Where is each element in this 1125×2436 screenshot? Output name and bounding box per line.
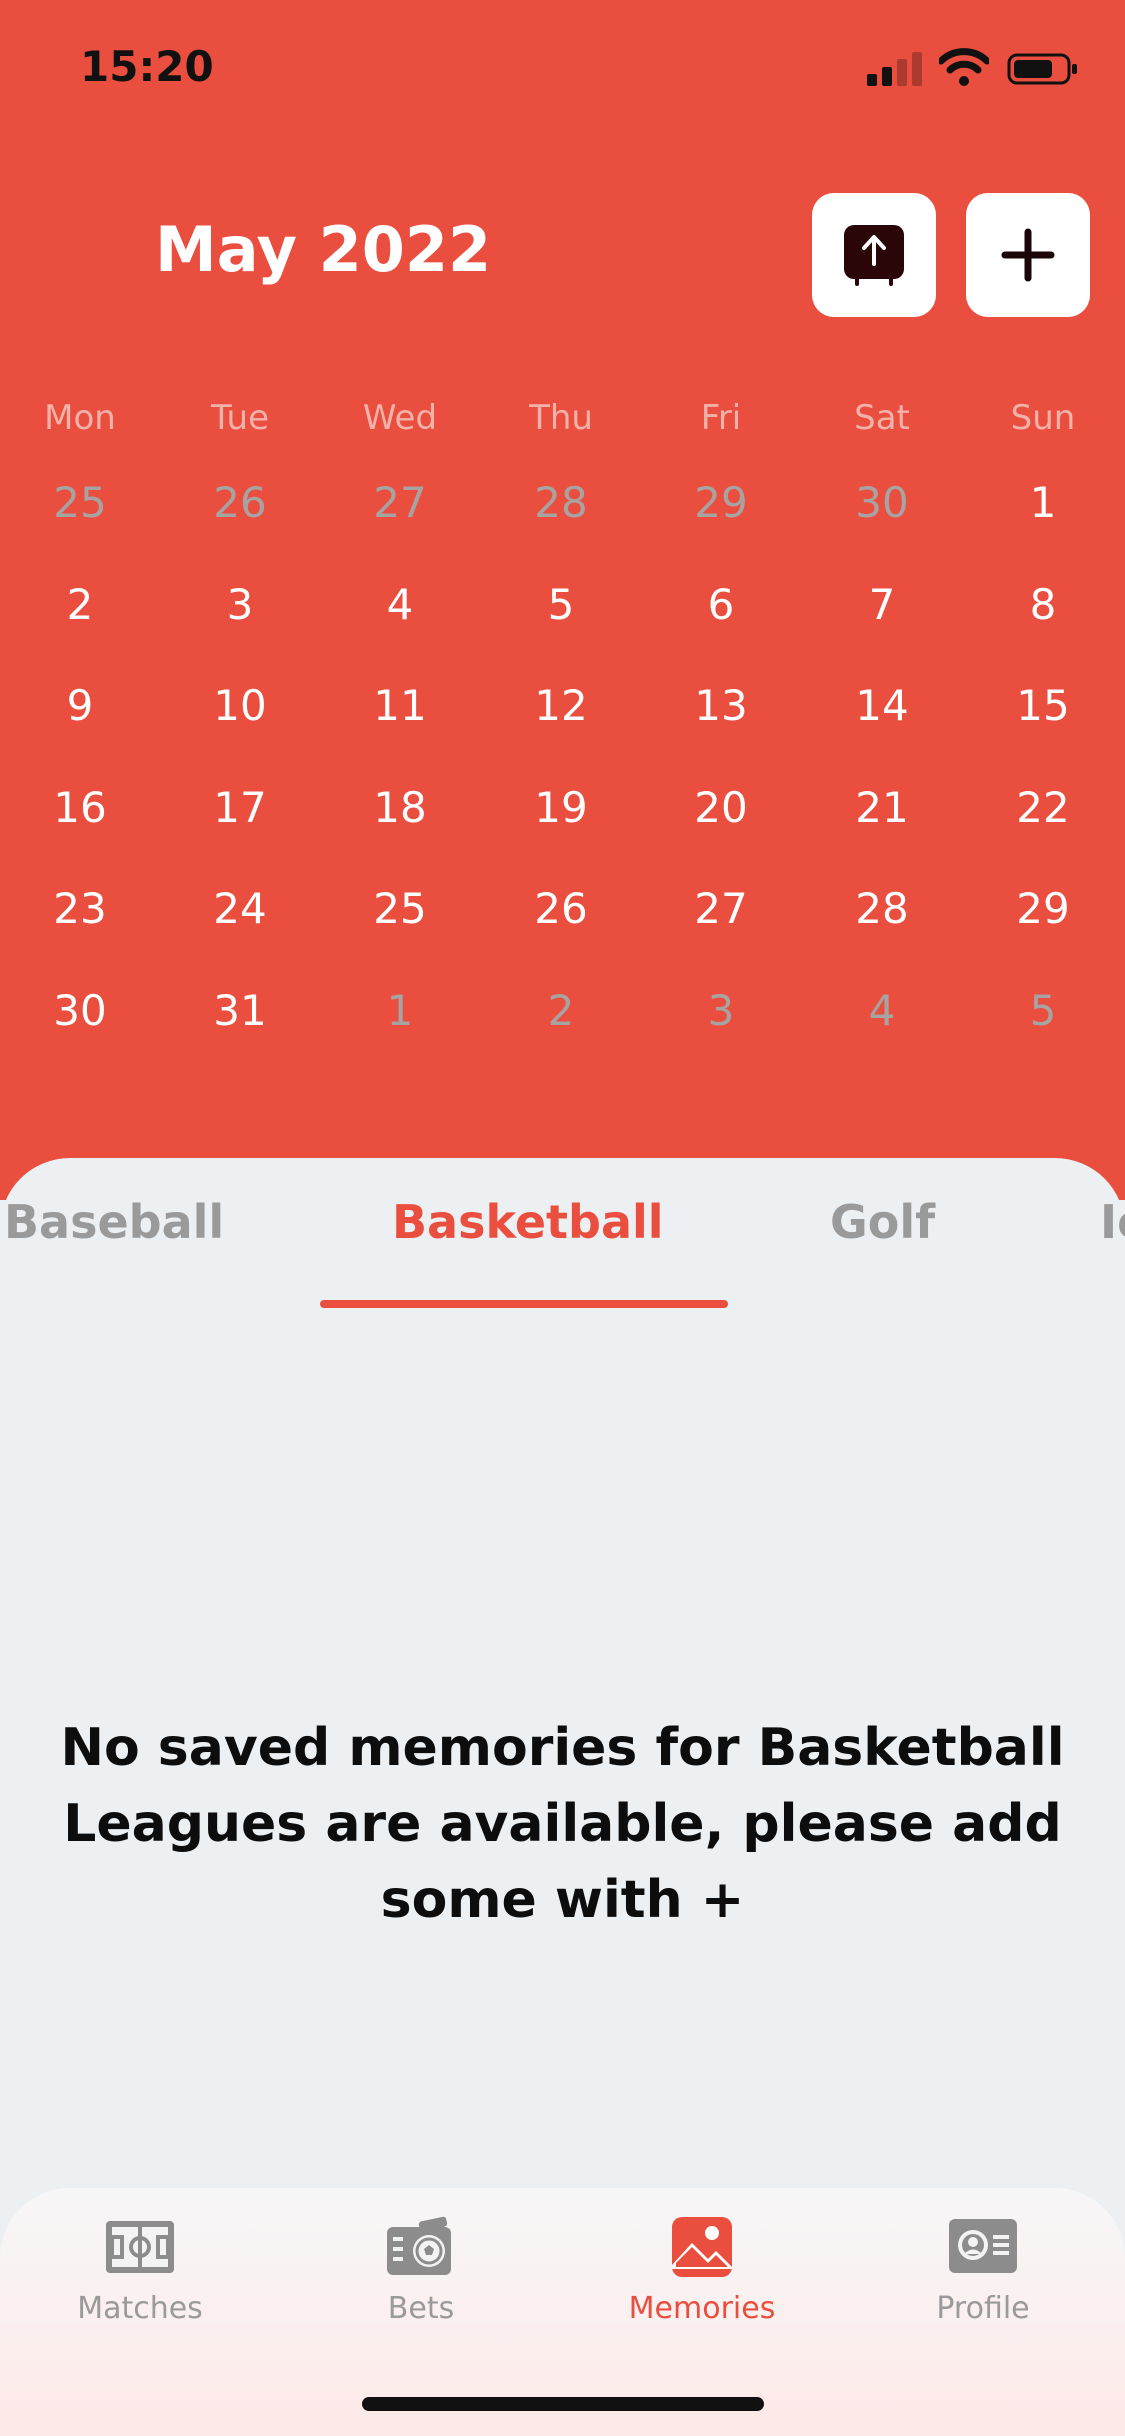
calendar-day[interactable]: 31 [160, 986, 320, 1035]
calendar-day[interactable]: 21 [802, 783, 962, 832]
tabbar-label: Memories [628, 2291, 776, 2326]
calendar-day[interactable]: 9 [0, 681, 160, 730]
upload-button[interactable] [812, 193, 936, 317]
calendar-day[interactable]: 23 [0, 884, 160, 933]
weekday-label: Sat [854, 398, 910, 438]
calendar-day[interactable]: 6 [641, 580, 801, 629]
calendar-day[interactable]: 16 [0, 783, 160, 832]
calendar-day[interactable]: 5 [481, 580, 641, 629]
weekday-label: Wed [362, 398, 438, 438]
weekday-row: Mon Tue Wed Thu Fri Sat Sun [0, 398, 1125, 442]
calendar-day[interactable]: 25 [0, 478, 160, 527]
weekday-label: Mon [44, 398, 116, 438]
calendar-day[interactable]: 29 [963, 884, 1123, 933]
tab-baseball[interactable]: Baseball [4, 1195, 224, 1249]
calendar-day[interactable]: 13 [641, 681, 801, 730]
empty-state-message: No saved memories for Basketball Leagues… [60, 1718, 1065, 1930]
field-icon [106, 2221, 174, 2273]
upload-icon [844, 225, 904, 286]
calendar-day[interactable]: 3 [160, 580, 320, 629]
calendar-day[interactable]: 29 [641, 478, 801, 527]
calendar-day[interactable]: 26 [160, 478, 320, 527]
battery-icon [1007, 53, 1077, 85]
calendar-day[interactable]: 20 [641, 783, 801, 832]
id-card-icon [949, 2219, 1017, 2273]
add-memory-button[interactable] [966, 193, 1090, 317]
calendar-day[interactable]: 22 [963, 783, 1123, 832]
calendar-day[interactable]: 28 [802, 884, 962, 933]
calendar-day[interactable]: 25 [320, 884, 480, 933]
calendar-day[interactable]: 19 [481, 783, 641, 832]
calendar-day[interactable]: 11 [320, 681, 480, 730]
month-title: May 2022 [155, 213, 492, 286]
calendar-day[interactable]: 7 [802, 580, 962, 629]
calendar-day[interactable]: 2 [0, 580, 160, 629]
tab-golf[interactable]: Golf [830, 1195, 935, 1249]
calendar-day[interactable]: 30 [0, 986, 160, 1035]
signal-icon [867, 48, 927, 88]
home-indicator [362, 2397, 764, 2411]
calendar-day[interactable]: 1 [963, 478, 1123, 527]
calendar-day[interactable]: 3 [641, 986, 801, 1035]
weekday-label: Thu [529, 398, 593, 438]
calendar-day[interactable]: 28 [481, 478, 641, 527]
calendar-day[interactable]: 27 [641, 884, 801, 933]
tab-basketball[interactable]: Basketball [392, 1195, 664, 1249]
tabbar-label: Profile [936, 2291, 1030, 2326]
tabbar-item-matches[interactable]: Matches [0, 2210, 280, 2340]
tabbar-item-memories[interactable]: Memories [562, 2210, 842, 2340]
calendar-day[interactable]: 4 [802, 986, 962, 1035]
calendar-day[interactable]: 4 [320, 580, 480, 629]
photo-icon [672, 2217, 732, 2277]
tabbar-item-profile[interactable]: Profile [843, 2210, 1123, 2340]
calendar-day[interactable]: 30 [802, 478, 962, 527]
calendar-day[interactable]: 27 [320, 478, 480, 527]
calendar-day[interactable]: 5 [963, 986, 1123, 1035]
wifi-icon [939, 48, 989, 86]
calendar-day[interactable]: 24 [160, 884, 320, 933]
weekday-label: Fri [700, 398, 742, 438]
status-icons [867, 48, 1087, 88]
active-tab-indicator [320, 1300, 728, 1308]
status-time: 15:20 [80, 42, 214, 91]
calendar-day[interactable]: 1 [320, 986, 480, 1035]
weekday-label: Tue [210, 398, 270, 438]
calendar-day[interactable]: 17 [160, 783, 320, 832]
plus-icon [1001, 228, 1055, 282]
calendar-day[interactable]: 10 [160, 681, 320, 730]
calendar-day[interactable]: 18 [320, 783, 480, 832]
calendar-day[interactable]: 8 [963, 580, 1123, 629]
calendar-day[interactable]: 15 [963, 681, 1123, 730]
calendar-day[interactable]: 12 [481, 681, 641, 730]
ticket-ball-icon [387, 2216, 451, 2275]
tabbar-item-bets[interactable]: Bets [281, 2210, 561, 2340]
sport-tabs: Baseball Basketball Golf Ic [0, 1195, 1125, 1275]
calendar-day[interactable]: 26 [481, 884, 641, 933]
tab-next[interactable]: Ic [1100, 1195, 1125, 1249]
tabbar-label: Matches [77, 2291, 203, 2326]
calendar-day[interactable]: 2 [481, 986, 641, 1035]
weekday-label: Sun [1010, 398, 1076, 438]
calendar-day[interactable]: 14 [802, 681, 962, 730]
tabbar-label: Bets [387, 2291, 455, 2326]
